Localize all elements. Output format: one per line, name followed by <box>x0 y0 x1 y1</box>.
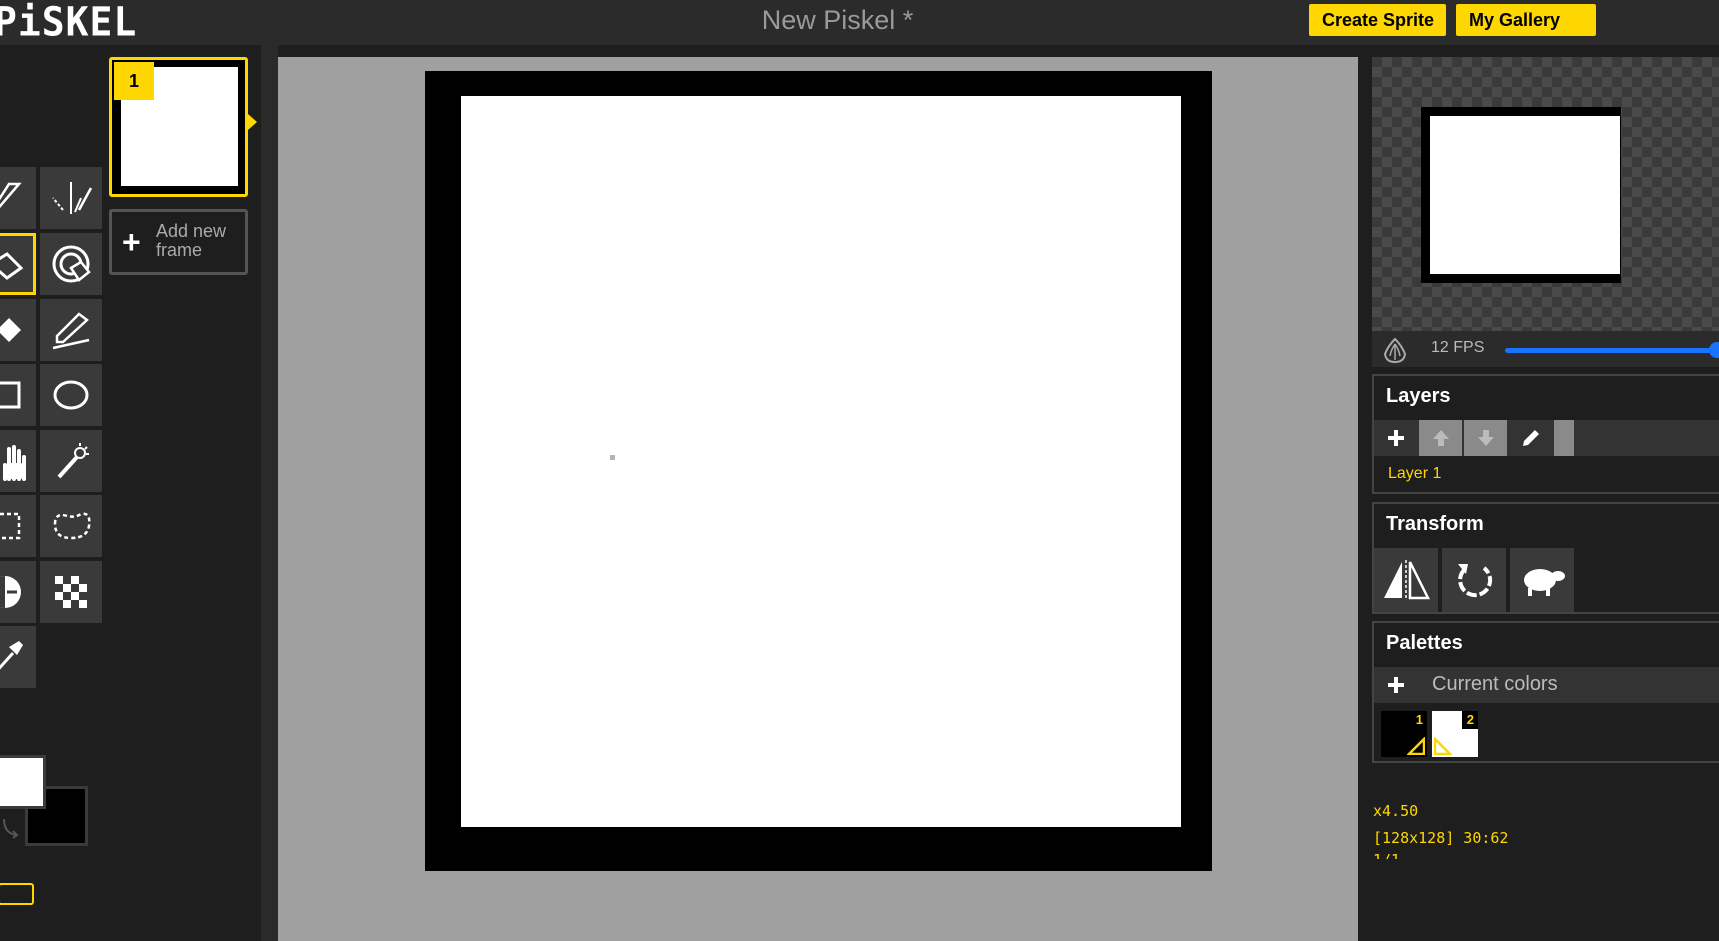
pen-icon <box>0 182 22 209</box>
lighten-tool[interactable] <box>0 561 36 623</box>
vertical-mirror-pen-tool[interactable] <box>40 167 102 229</box>
arrow-down-icon <box>1477 430 1494 446</box>
plus-icon: + <box>122 224 141 260</box>
lighten-icon <box>0 576 21 608</box>
size-and-cursor: [128x128] 30:62 <box>1373 829 1509 847</box>
onion-skin-icon[interactable] <box>1380 336 1410 364</box>
color-picker-tool[interactable] <box>0 626 36 688</box>
pencil-icon <box>1522 430 1539 446</box>
clone-button[interactable] <box>1510 548 1574 612</box>
rectangle-tool[interactable] <box>0 364 36 426</box>
layers-panel: Layers Layer 1 <box>1372 374 1719 494</box>
swatch-number: 1 <box>1415 712 1423 727</box>
arrow-up-icon <box>1432 430 1449 446</box>
rectangle-icon <box>0 381 21 409</box>
merge-layer-button[interactable] <box>1554 420 1574 456</box>
hand-icon <box>3 445 26 481</box>
animation-preview <box>1372 57 1719 331</box>
frames-column: 1 + Add new frame <box>104 45 261 941</box>
circle-tool[interactable] <box>40 364 102 426</box>
flip-icon <box>1384 560 1430 600</box>
dithering-tool[interactable] <box>40 561 102 623</box>
circle-icon <box>53 380 89 410</box>
stroke-icon <box>52 312 90 350</box>
rotate-icon <box>1458 564 1493 598</box>
rectangle-selection-tool[interactable] <box>0 495 36 557</box>
primary-color-swatch[interactable] <box>0 755 46 809</box>
layer-item[interactable]: Layer 1 <box>1388 465 1441 483</box>
move-tool[interactable] <box>0 430 36 492</box>
stroke-tool[interactable] <box>40 299 102 361</box>
plus-icon <box>1387 677 1404 693</box>
add-palette-button[interactable] <box>1374 667 1417 703</box>
transform-panel: Transform <box>1372 502 1719 614</box>
paint-bucket-icon <box>0 252 24 280</box>
secondary-marker-icon <box>1434 737 1452 755</box>
frame-thumbnail[interactable]: 1 <box>109 57 248 197</box>
paint-bucket-tool[interactable] <box>0 233 36 295</box>
lasso-icon <box>53 512 91 540</box>
dithering-icon <box>55 576 87 608</box>
fps-slider[interactable] <box>1505 342 1719 358</box>
cursor-pixel <box>610 455 615 460</box>
add-frame-label: Add new frame <box>156 221 227 260</box>
palette-toolbar: Current colors <box>1374 667 1719 703</box>
layer-toolbar <box>1374 420 1719 456</box>
palettes-panel: Palettes Current colors 1 2 <box>1372 621 1719 763</box>
mirror-pen-icon <box>52 182 93 214</box>
primary-marker-icon <box>1407 737 1425 755</box>
app-header: PiSKEL New Piskel * Create Sprite My Gal… <box>0 0 1719 45</box>
zoom-level: x4.50 <box>1373 802 1419 820</box>
canvas-frame <box>425 71 1212 871</box>
create-sprite-button[interactable]: Create Sprite <box>1309 4 1446 36</box>
eyedropper-icon <box>0 641 23 670</box>
rename-layer-button[interactable] <box>1509 420 1552 456</box>
my-gallery-button[interactable]: My Gallery <box>1456 4 1596 36</box>
move-layer-up-button[interactable] <box>1419 420 1462 456</box>
flip-button[interactable] <box>1374 548 1438 612</box>
transform-title: Transform <box>1386 513 1484 535</box>
paint-all-icon <box>52 245 91 283</box>
drawing-stage[interactable] <box>278 57 1358 941</box>
add-frame-button[interactable]: + Add new frame <box>109 209 248 275</box>
lasso-selection-tool[interactable] <box>40 495 102 557</box>
frame-number: 1 <box>114 62 154 100</box>
selected-frame-indicator <box>248 114 257 130</box>
move-layer-down-button[interactable] <box>1464 420 1507 456</box>
layers-title: Layers <box>1386 385 1451 407</box>
preview-image <box>1430 116 1620 274</box>
drawing-canvas[interactable] <box>461 96 1181 827</box>
rotate-button[interactable] <box>1442 548 1506 612</box>
fps-row: 12 FPS <box>1372 331 1719 367</box>
palettes-title: Palettes <box>1386 632 1463 654</box>
eraser-icon <box>0 318 21 342</box>
paint-same-pixels-tool[interactable] <box>40 233 102 295</box>
palette-select[interactable]: Current colors <box>1432 673 1558 696</box>
frames-scroll-strip <box>261 45 278 941</box>
shape-selection-tool[interactable] <box>40 430 102 492</box>
pen-tool[interactable] <box>0 167 36 229</box>
rect-select-icon <box>0 512 21 540</box>
sheep-icon <box>1524 569 1565 596</box>
magic-wand-icon <box>57 443 89 479</box>
palette-swatch-2[interactable]: 2 <box>1432 711 1478 757</box>
eraser-tool[interactable] <box>0 299 36 361</box>
swatch-number: 2 <box>1466 712 1474 727</box>
preview-frame <box>1421 107 1621 283</box>
fps-slider-knob[interactable] <box>1709 342 1719 358</box>
keyboard-shortcuts-icon[interactable] <box>0 883 34 905</box>
plus-icon <box>1387 430 1404 446</box>
tool-column <box>0 45 104 941</box>
swap-colors-icon[interactable] <box>0 817 20 839</box>
fps-label: 12 FPS <box>1431 339 1485 356</box>
add-layer-button[interactable] <box>1374 420 1417 456</box>
palette-swatch-1[interactable]: 1 <box>1381 711 1427 757</box>
frame-counter: 1/1 <box>1373 851 1400 859</box>
